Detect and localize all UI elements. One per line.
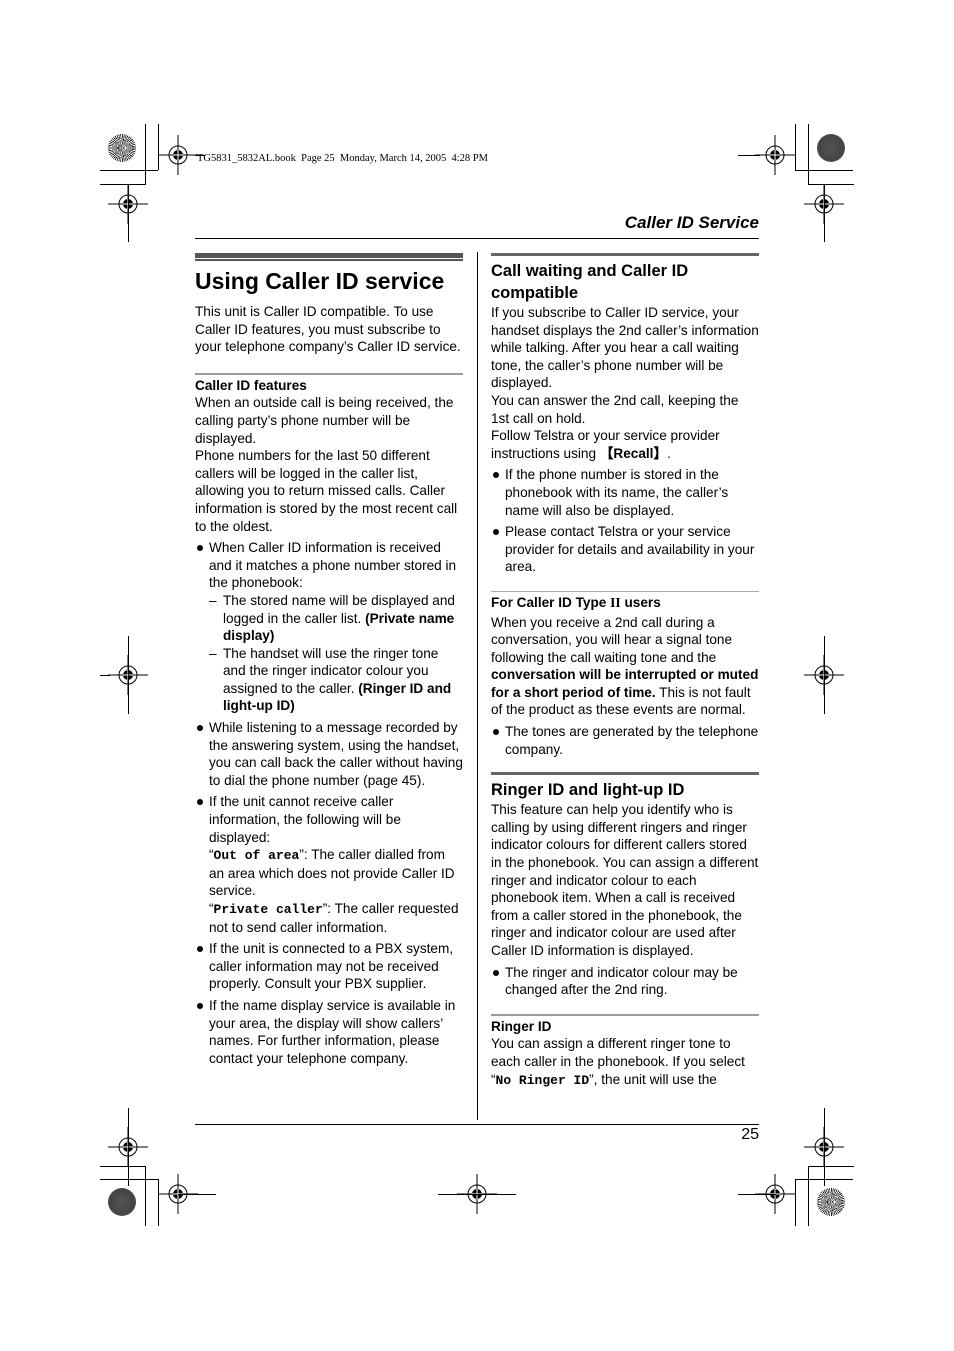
right-column: Call waiting and Caller ID compatible If… [491,253,759,1089]
page-title: Using Caller ID service [195,268,445,294]
footer-rule [195,1124,759,1125]
column-divider [477,252,478,1120]
heading-text: users [620,594,661,610]
crop-line [128,184,129,242]
crop-line [178,1194,216,1195]
display-message-no-ringer-id: No Ringer ID [495,1072,590,1088]
recall-key-label: 【Recall】 [599,445,668,461]
crop-line [795,124,796,170]
crop-line [128,1108,129,1186]
crop-line [145,124,146,184]
sub-item: The stored name will be displayed and lo… [209,592,463,645]
page-number: 25 [741,1126,759,1143]
bullet-item: If the unit is connected to a PBX system… [195,940,463,993]
section-rule [195,253,463,259]
bullet-item: When Caller ID information is received a… [195,539,463,715]
call-waiting-paragraph-1: If you subscribe to Caller ID service, y… [491,305,759,391]
color-calibration-icon [817,1188,845,1216]
crop-line [795,1179,796,1226]
features-paragraph-2: Phone numbers for the last 50 different … [195,448,458,534]
crop-line [824,636,825,714]
crop-line [100,675,110,676]
type-ii-paragraph: When you receive a 2nd call during a con… [491,614,759,720]
ringer-light-heading: Ringer ID and light-up ID [491,781,685,800]
bullet-text: When Caller ID information is received a… [209,540,457,591]
sub-item: The handset will use the ringer tone and… [209,645,463,715]
type-ii-heading: For Caller ID Type II users [491,594,759,612]
crop-line [738,1194,776,1195]
paragraph-text: When you receive a 2nd call during a con… [491,614,733,665]
crop-line [438,1194,516,1195]
bullet-item: The ringer and indicator colour may be c… [491,964,759,999]
paragraph-text: ”, the unit will use the [589,1071,717,1087]
section-rule [491,253,759,256]
ringer-id-paragraph: You can assign a different ringer tone t… [491,1035,759,1089]
crop-line [145,1166,146,1226]
crop-line [100,1179,158,1180]
paragraph-text: . [667,445,671,461]
bullet-item: The tones are generated by the telephone… [491,723,759,758]
call-waiting-paragraph-3: Follow Telstra or your service provider … [491,427,759,462]
heading-text: For Caller ID Type [491,594,611,610]
section-rule [491,772,759,776]
subsection-rule [491,1013,759,1016]
registration-mark-icon [158,135,198,175]
ringer-light-paragraph: This feature can help you identify who i… [491,802,759,958]
book-print-note: TG5831_5832AL.book Page 25 Monday, March… [197,153,488,164]
call-waiting-paragraph-2: You can answer the 2nd call, keeping the… [491,392,739,426]
running-header-title: Caller ID Service [624,213,759,232]
display-message-out-of-area: Out of area [213,848,300,864]
crop-line [808,1166,809,1226]
subsection-rule [491,590,759,592]
bullet-item: If the name display service is available… [195,997,463,1067]
bullet-text: If the unit cannot receive caller inform… [209,794,401,845]
bullet-item: While listening to a message recorded by… [195,719,463,789]
call-waiting-heading: Call waiting and Caller ID compatible [491,262,689,302]
bullet-item: If the phone number is stored in the pho… [491,466,759,519]
bullet-item: Please contact Telstra or your service p… [491,523,759,576]
crop-line [128,636,129,714]
crop-line [100,170,158,171]
roman-numeral: II [610,594,621,610]
crop-line [824,1108,825,1186]
color-calibration-icon [108,134,136,162]
registration-mark-icon [755,135,795,175]
crop-line [824,184,825,242]
ringer-id-heading: Ringer ID [491,1018,552,1034]
crop-line [808,124,809,184]
density-patch-icon [108,1188,136,1216]
crop-line [795,170,853,171]
display-message-private-caller: Private caller [213,902,323,917]
crop-line [738,155,760,156]
bullet-item: If the unit cannot receive caller inform… [195,793,463,936]
caller-id-features-heading: Caller ID features [195,377,307,393]
subsection-rule [195,372,463,375]
features-paragraph-1: When an outside call is being received, … [195,395,454,446]
left-column: Using Caller ID service This unit is Cal… [195,253,463,1067]
intro-paragraph: This unit is Caller ID compatible. To us… [195,304,461,355]
header-rule [195,238,759,239]
density-patch-icon [817,134,845,162]
